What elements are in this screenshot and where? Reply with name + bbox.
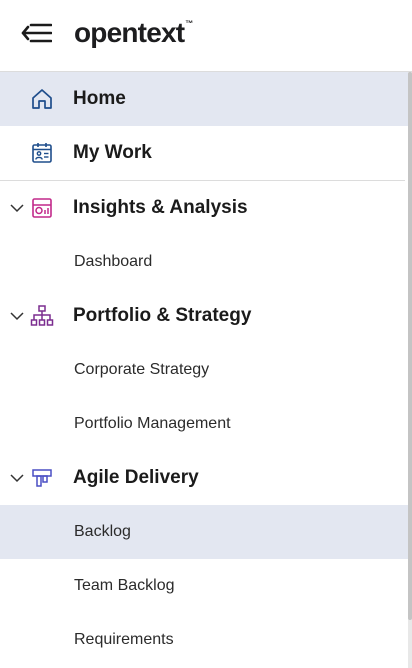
hierarchy-icon bbox=[30, 304, 54, 328]
nav-group-insights-label: Insights & Analysis bbox=[73, 197, 248, 218]
app-header: opentext™ bbox=[0, 0, 412, 72]
home-icon bbox=[30, 87, 54, 111]
nav-group-agile[interactable]: Agile Delivery bbox=[0, 451, 408, 505]
nav-item-corporate-strategy-label: Corporate Strategy bbox=[74, 361, 210, 378]
nav-item-corporate-strategy[interactable]: Corporate Strategy bbox=[0, 343, 408, 397]
scrollbar-thumb[interactable] bbox=[408, 72, 412, 620]
nav-item-portfolio-management-label: Portfolio Management bbox=[74, 415, 231, 432]
nav-item-dashboard[interactable]: Dashboard bbox=[0, 235, 408, 289]
analytics-icon bbox=[30, 196, 54, 220]
chevron-down-icon[interactable] bbox=[9, 471, 25, 485]
nav-item-home-label: Home bbox=[73, 88, 126, 109]
nav-item-dashboard-label: Dashboard bbox=[74, 253, 153, 270]
sidebar-nav: Home My Work Insights & Analysis Dashboa… bbox=[0, 72, 408, 668]
nav-item-team-backlog-label: Team Backlog bbox=[74, 577, 175, 594]
kanban-icon bbox=[30, 466, 54, 490]
chevron-down-icon[interactable] bbox=[9, 201, 25, 215]
nav-item-team-backlog[interactable]: Team Backlog bbox=[0, 559, 408, 613]
nav-item-backlog-label: Backlog bbox=[74, 523, 131, 540]
sidebar-scrollbar[interactable] bbox=[408, 72, 412, 668]
chevron-down-icon[interactable] bbox=[9, 309, 25, 323]
nav-group-agile-label: Agile Delivery bbox=[73, 467, 199, 488]
calendar-person-icon bbox=[30, 141, 54, 165]
nav-item-requirements[interactable]: Requirements bbox=[0, 613, 408, 667]
nav-item-my-work[interactable]: My Work bbox=[0, 126, 408, 180]
nav-group-portfolio-label: Portfolio & Strategy bbox=[73, 305, 252, 326]
nav-item-home[interactable]: Home bbox=[0, 72, 408, 126]
nav-group-portfolio[interactable]: Portfolio & Strategy bbox=[0, 289, 408, 343]
trademark-symbol: ™ bbox=[185, 18, 193, 28]
nav-item-requirements-label: Requirements bbox=[74, 631, 174, 648]
collapse-menu-icon[interactable] bbox=[20, 21, 53, 45]
brand-logo[interactable]: opentext™ bbox=[74, 17, 193, 49]
brand-name: opentext bbox=[74, 17, 185, 48]
nav-group-insights[interactable]: Insights & Analysis bbox=[0, 181, 408, 235]
nav-item-my-work-label: My Work bbox=[73, 142, 152, 163]
nav-item-portfolio-management[interactable]: Portfolio Management bbox=[0, 397, 408, 451]
nav-item-backlog[interactable]: Backlog bbox=[0, 505, 408, 559]
